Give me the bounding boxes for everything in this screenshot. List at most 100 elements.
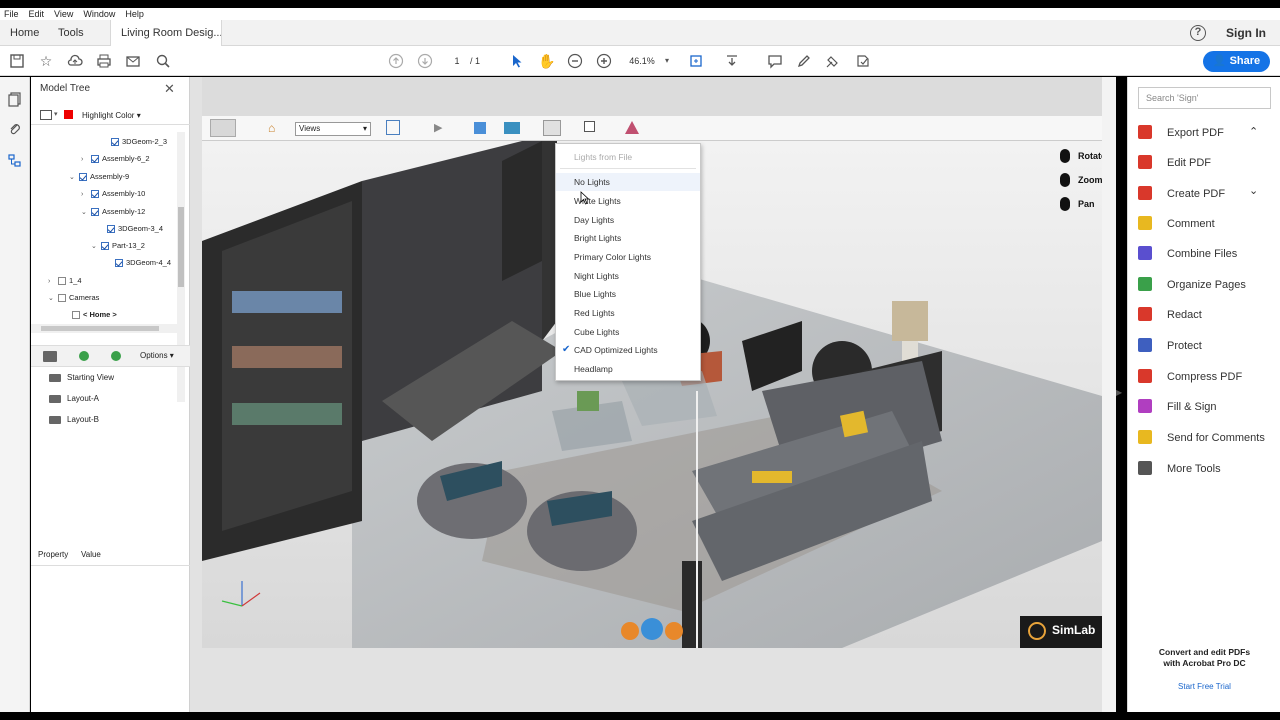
share-button[interactable]: 👤 Share: [1203, 51, 1270, 72]
chevron-down-icon[interactable]: ▾: [659, 53, 675, 69]
checkbox[interactable]: [115, 259, 123, 268]
checkbox[interactable]: [58, 294, 66, 303]
checkbox[interactable]: [107, 225, 115, 234]
chevron-down-icon[interactable]: ⌄: [1249, 184, 1258, 197]
tools-search-input[interactable]: Search 'Sign': [1138, 87, 1271, 109]
tree-node[interactable]: 3DGeom-2_3: [111, 136, 167, 148]
hand-pan-icon[interactable]: ✋: [538, 53, 555, 69]
tool-send-for-comments[interactable]: Send for Comments: [1138, 428, 1265, 448]
tool-compress-pdf[interactable]: Compress PDF: [1138, 367, 1242, 387]
chevron-down-icon[interactable]: ⌄: [69, 172, 77, 184]
pen-highlight-icon[interactable]: [796, 53, 812, 69]
rotate-control[interactable]: Rotate: [1060, 149, 1102, 173]
tool-organize-pages[interactable]: Organize Pages: [1138, 275, 1246, 295]
attachment-paperclip-icon[interactable]: [7, 121, 23, 137]
close-icon[interactable]: ✕: [164, 81, 175, 97]
highlight-color-swatch[interactable]: [64, 110, 73, 119]
tab-document[interactable]: Living Room Desig...: [110, 20, 222, 46]
camera-icon[interactable]: [43, 351, 57, 362]
chevron-down-icon[interactable]: ⌄: [81, 207, 89, 219]
menu-edit[interactable]: Edit: [29, 9, 45, 19]
draw-shapes-icon[interactable]: [825, 53, 841, 69]
tree-node[interactable]: ⌄ Assembly-9: [69, 171, 129, 183]
collapse-right-panel-icon[interactable]: ▶: [1116, 388, 1122, 397]
checkbox[interactable]: [91, 208, 99, 217]
menu-window[interactable]: Window: [83, 9, 115, 19]
arrow-down-circle-icon[interactable]: [417, 53, 433, 69]
page-thumbnails-icon[interactable]: [7, 91, 23, 107]
document-v-scrollbar[interactable]: [1102, 77, 1116, 712]
chevron-right-icon[interactable]: ›: [81, 189, 89, 201]
menu-item-red-lights[interactable]: Red Lights: [556, 304, 700, 322]
tool-edit-pdf[interactable]: Edit PDF: [1138, 153, 1211, 173]
tree-node[interactable]: › 1_4: [48, 275, 82, 287]
tool-redact[interactable]: Redact: [1138, 305, 1202, 325]
next-view-icon[interactable]: [111, 351, 121, 361]
tree-node[interactable]: 3DGeom-4_4: [115, 257, 171, 269]
checkbox[interactable]: [101, 242, 109, 251]
tool-create-pdf[interactable]: Create PDF: [1138, 184, 1225, 204]
tool-more-tools[interactable]: More Tools: [1138, 459, 1221, 479]
question-circle-icon[interactable]: ?: [1190, 25, 1206, 41]
menu-item-night-lights[interactable]: Night Lights: [556, 267, 700, 285]
zoom-in-icon[interactable]: [596, 53, 612, 69]
tool-fill-sign[interactable]: Fill & Sign: [1138, 397, 1217, 417]
chevron-down-icon[interactable]: ⌄: [91, 241, 99, 253]
view-item[interactable]: Layout-B: [49, 413, 99, 427]
tree-node-home[interactable]: < Home >: [72, 309, 117, 321]
checkbox[interactable]: [91, 155, 99, 164]
zoom-out-icon[interactable]: [567, 53, 583, 69]
tree-h-scrollbar[interactable]: [31, 324, 177, 333]
background-color-icon[interactable]: [584, 121, 595, 132]
rotate-tool-icon[interactable]: [210, 119, 236, 137]
tree-node[interactable]: ⌄ Cameras: [48, 292, 99, 304]
checkbox[interactable]: [91, 190, 99, 199]
chevron-up-icon[interactable]: ⌃: [1249, 125, 1258, 138]
zoom-level-select[interactable]: 46.1%: [624, 54, 660, 69]
checkbox[interactable]: [79, 173, 87, 182]
menu-item-white-lights[interactable]: White Lights: [556, 192, 700, 210]
sign-in-button[interactable]: Sign In: [1226, 20, 1266, 46]
tool-protect[interactable]: Protect: [1138, 336, 1202, 356]
tree-node[interactable]: ⌄ Part-13_2: [91, 240, 145, 252]
menu-item-cad-optimized-lights[interactable]: ✔ CAD Optimized Lights: [556, 341, 700, 359]
checkbox[interactable]: [72, 311, 80, 320]
chevron-down-icon[interactable]: ▾: [54, 110, 58, 118]
tree-node[interactable]: 3DGeom-3_4: [107, 223, 163, 235]
model-tree-icon[interactable]: [7, 153, 23, 169]
star-bookmark-icon[interactable]: ☆: [38, 53, 54, 69]
menu-item-bright-lights[interactable]: Bright Lights: [556, 229, 700, 247]
chevron-down-icon[interactable]: ⌄: [48, 293, 56, 305]
pan-control[interactable]: Pan: [1060, 197, 1102, 221]
render-mode-icon[interactable]: [504, 122, 520, 134]
view-item[interactable]: Starting View: [49, 371, 114, 385]
tree-options-icon[interactable]: [40, 110, 52, 120]
tool-export-pdf[interactable]: Export PDF: [1138, 123, 1224, 143]
add-view-icon[interactable]: [79, 351, 89, 361]
menu-view[interactable]: View: [54, 9, 73, 19]
sign-icon[interactable]: [855, 53, 871, 69]
views-select[interactable]: Views ▾: [295, 122, 371, 136]
chevron-right-icon[interactable]: ›: [48, 276, 56, 288]
menu-file[interactable]: File: [4, 9, 19, 19]
menu-item-day-lights[interactable]: Day Lights: [556, 211, 700, 229]
print-icon[interactable]: [96, 53, 112, 69]
search-icon[interactable]: [155, 53, 171, 69]
mail-icon[interactable]: [125, 53, 141, 69]
toggle-model-tree-icon[interactable]: [386, 120, 400, 135]
tab-home[interactable]: Home: [0, 20, 49, 46]
comment-icon[interactable]: [767, 53, 783, 69]
menu-help[interactable]: Help: [125, 9, 144, 19]
play-animation-icon[interactable]: ▶: [434, 121, 442, 134]
menu-item-blue-lights[interactable]: Blue Lights: [556, 285, 700, 303]
select-cursor-icon[interactable]: [509, 53, 525, 69]
cross-section-icon[interactable]: [625, 121, 639, 134]
checkbox[interactable]: [58, 277, 66, 286]
chevron-right-icon[interactable]: ›: [81, 154, 89, 166]
checkbox[interactable]: [111, 138, 119, 147]
projection-icon[interactable]: [474, 122, 486, 134]
tab-tools[interactable]: Tools: [48, 20, 94, 46]
view-item[interactable]: Layout-A: [49, 392, 99, 406]
highlight-color-select[interactable]: Highlight Color ▾: [82, 111, 141, 120]
zoom-control[interactable]: Zoom: [1060, 173, 1102, 197]
